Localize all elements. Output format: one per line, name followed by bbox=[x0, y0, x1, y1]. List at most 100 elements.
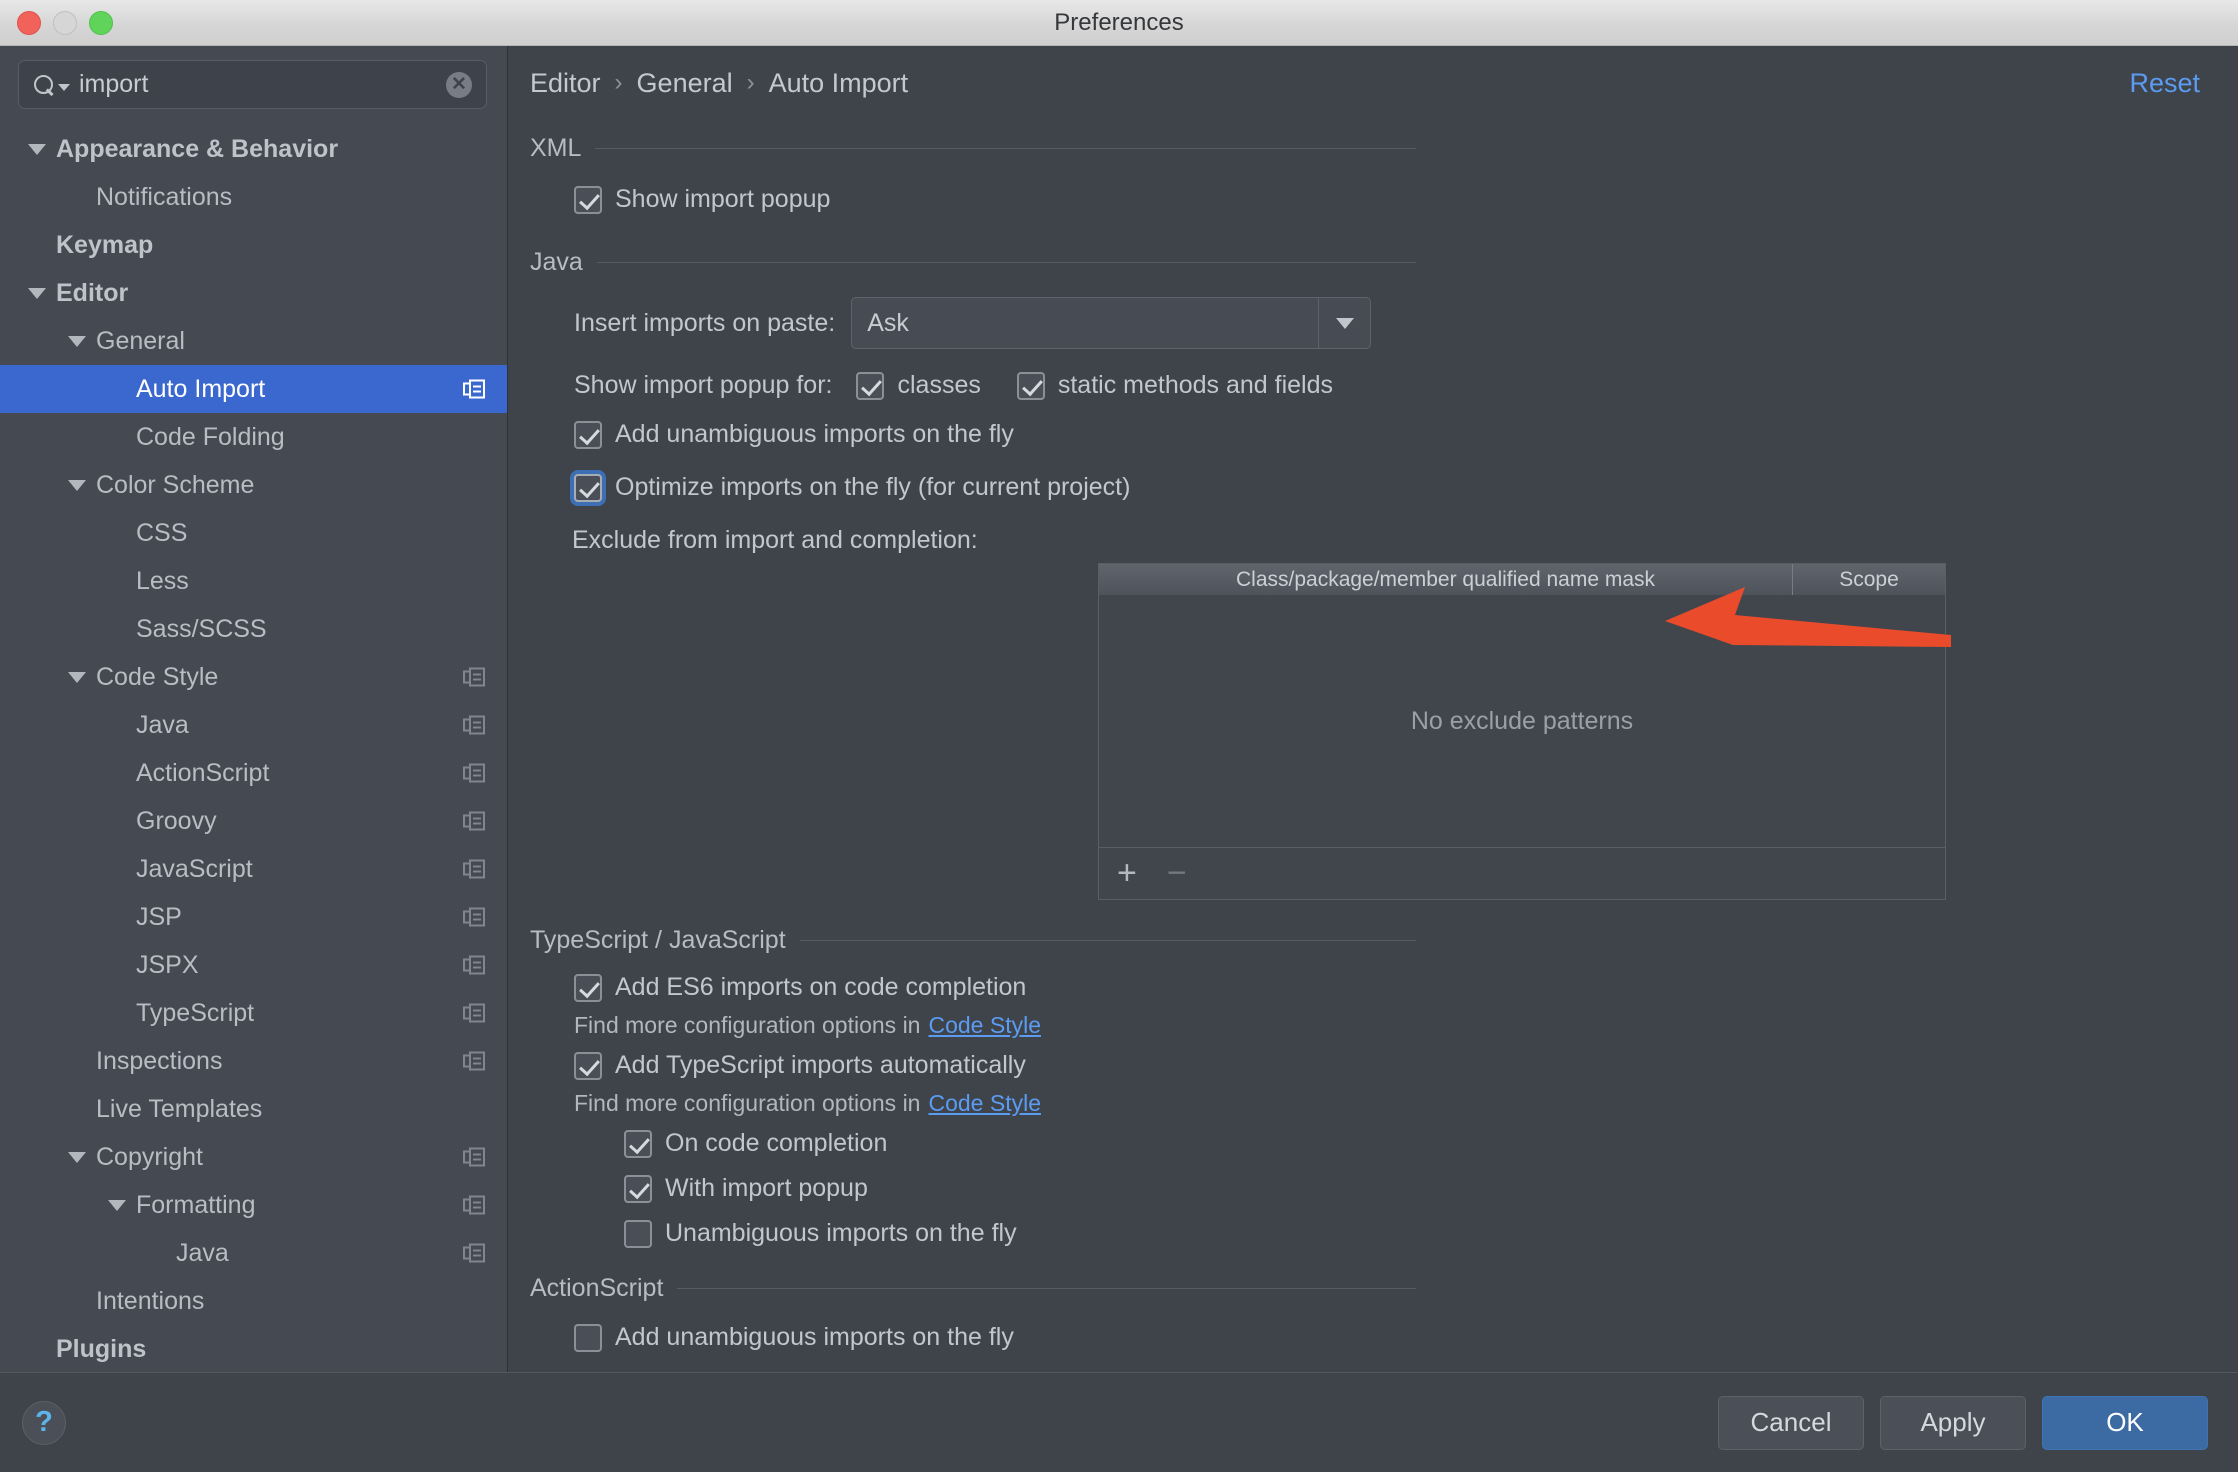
sidebar-item-notifications[interactable]: Notifications bbox=[0, 173, 507, 221]
sidebar-item-java[interactable]: Java bbox=[0, 1229, 507, 1277]
checkbox-optimize-imports-on-fly[interactable] bbox=[574, 473, 602, 502]
sidebar-item-auto-import[interactable]: Auto Import bbox=[0, 365, 507, 413]
chevron-down-icon bbox=[58, 83, 70, 91]
project-settings-copy-icon[interactable] bbox=[463, 715, 485, 735]
search-field[interactable]: import ✕ bbox=[18, 60, 487, 109]
sidebar-item-label: JavaScript bbox=[136, 854, 253, 883]
sidebar-item-editor[interactable]: Editor bbox=[0, 269, 507, 317]
checkbox-xml-show-import-popup[interactable] bbox=[574, 185, 602, 214]
chevron-down-icon[interactable] bbox=[68, 335, 86, 347]
section-title-java: Java bbox=[530, 248, 583, 276]
sidebar-item-appearance-behavior[interactable]: Appearance & Behavior bbox=[0, 125, 507, 173]
checkbox-show-popup-static-methods[interactable] bbox=[1016, 371, 1045, 400]
project-settings-copy-icon[interactable] bbox=[463, 1147, 485, 1167]
search-input[interactable]: import bbox=[79, 70, 446, 99]
chevron-down-icon[interactable] bbox=[68, 1151, 86, 1163]
unambiguous-imports-on-fly-row[interactable]: Unambiguous imports on the fly bbox=[530, 1219, 2216, 1248]
chevron-down-icon[interactable] bbox=[28, 143, 46, 155]
checkbox-on-code-completion[interactable] bbox=[624, 1129, 652, 1158]
chevron-down-icon[interactable] bbox=[68, 479, 86, 491]
sidebar-item-jsp[interactable]: JSP bbox=[0, 893, 507, 941]
project-settings-copy-icon[interactable] bbox=[463, 667, 485, 687]
apply-button[interactable]: Apply bbox=[1880, 1395, 2026, 1450]
sidebar-item-plugins[interactable]: Plugins bbox=[0, 1325, 507, 1372]
checkbox-add-typescript-imports[interactable] bbox=[574, 1051, 602, 1080]
sidebar-item-css[interactable]: CSS bbox=[0, 509, 507, 557]
checkbox-show-popup-classes[interactable] bbox=[856, 371, 885, 400]
with-import-popup-row[interactable]: With import popup bbox=[530, 1174, 2216, 1203]
add-typescript-imports-row[interactable]: Add TypeScript imports automatically bbox=[530, 1051, 2216, 1080]
column-header-scope[interactable]: Scope bbox=[1793, 564, 1945, 595]
project-settings-copy-icon[interactable] bbox=[463, 1243, 485, 1263]
table-header-row: Class/package/member qualified name mask… bbox=[1099, 564, 1945, 595]
project-settings-copy-icon[interactable] bbox=[463, 1003, 485, 1023]
sidebar-item-javascript[interactable]: JavaScript bbox=[0, 845, 507, 893]
sidebar-item-label: Sass/SCSS bbox=[136, 614, 267, 643]
help-button[interactable]: ? bbox=[22, 1400, 66, 1445]
exclude-from-import-label: Exclude from import and completion: bbox=[572, 526, 978, 554]
sidebar-item-label: Java bbox=[176, 1238, 229, 1267]
add-pattern-button[interactable]: + bbox=[1117, 856, 1137, 890]
sidebar-item-copyright[interactable]: Copyright bbox=[0, 1133, 507, 1181]
project-settings-copy-icon[interactable] bbox=[463, 379, 485, 399]
chevron-down-icon[interactable] bbox=[1318, 298, 1370, 348]
sidebar-item-intentions[interactable]: Intentions bbox=[0, 1277, 507, 1325]
checkbox-add-unambiguous-imports[interactable] bbox=[574, 420, 602, 449]
cancel-button[interactable]: Cancel bbox=[1718, 1395, 1864, 1450]
code-style-link[interactable]: Code Style bbox=[928, 1090, 1041, 1117]
sidebar-item-typescript[interactable]: TypeScript bbox=[0, 989, 507, 1037]
reset-link[interactable]: Reset bbox=[2129, 68, 2200, 99]
project-settings-copy-icon[interactable] bbox=[463, 763, 485, 783]
sidebar-item-groovy[interactable]: Groovy bbox=[0, 797, 507, 845]
code-style-link[interactable]: Code Style bbox=[928, 1012, 1041, 1039]
breadcrumb-item-editor[interactable]: Editor bbox=[530, 68, 601, 99]
add-es6-imports-row[interactable]: Add ES6 imports on code completion bbox=[530, 973, 2216, 1002]
sidebar-item-general[interactable]: General bbox=[0, 317, 507, 365]
chevron-down-icon[interactable] bbox=[28, 287, 46, 299]
clear-search-icon[interactable]: ✕ bbox=[446, 71, 472, 98]
chevron-down-icon[interactable] bbox=[108, 1199, 126, 1211]
add-unambiguous-imports-row[interactable]: Add unambiguous imports on the fly bbox=[530, 420, 2216, 449]
sidebar-item-color-scheme[interactable]: Color Scheme bbox=[0, 461, 507, 509]
sidebar-item-jspx[interactable]: JSPX bbox=[0, 941, 507, 989]
sidebar-item-live-templates[interactable]: Live Templates bbox=[0, 1085, 507, 1133]
project-settings-copy-icon[interactable] bbox=[463, 1195, 485, 1215]
breadcrumb-item-general[interactable]: General bbox=[637, 68, 733, 99]
sidebar-item-actionscript[interactable]: ActionScript bbox=[0, 749, 507, 797]
sidebar-item-label: Editor bbox=[56, 278, 129, 307]
checkbox-with-import-popup[interactable] bbox=[624, 1174, 652, 1203]
sidebar-item-keymap[interactable]: Keymap bbox=[0, 221, 507, 269]
preferences-window: Preferences import ✕ Appearance & Behavi… bbox=[0, 0, 2238, 1472]
search-icon[interactable] bbox=[33, 74, 70, 96]
checkbox-unambiguous-imports-on-fly[interactable] bbox=[624, 1219, 652, 1248]
sidebar-item-code-folding[interactable]: Code Folding bbox=[0, 413, 507, 461]
project-settings-copy-icon[interactable] bbox=[463, 907, 485, 927]
sidebar-item-sass-scss[interactable]: Sass/SCSS bbox=[0, 605, 507, 653]
xml-show-import-popup-row[interactable]: Show import popup bbox=[530, 185, 2216, 214]
column-header-mask[interactable]: Class/package/member qualified name mask bbox=[1099, 564, 1793, 595]
sidebar-item-less[interactable]: Less bbox=[0, 557, 507, 605]
ok-button[interactable]: OK bbox=[2042, 1395, 2208, 1450]
optimize-imports-on-fly-row[interactable]: Optimize imports on the fly (for current… bbox=[530, 473, 2216, 502]
sidebar-item-java[interactable]: Java bbox=[0, 701, 507, 749]
checkbox-actionscript-add-unambiguous[interactable] bbox=[574, 1323, 602, 1352]
sidebar-item-label: JSP bbox=[136, 902, 182, 931]
checkbox-add-es6-imports[interactable] bbox=[574, 973, 602, 1002]
sidebar-item-code-style[interactable]: Code Style bbox=[0, 653, 507, 701]
chevron-down-icon[interactable] bbox=[68, 671, 86, 683]
table-body[interactable]: No exclude patterns bbox=[1099, 595, 1945, 847]
project-settings-copy-icon[interactable] bbox=[463, 811, 485, 831]
insert-imports-select[interactable]: Ask bbox=[851, 297, 1372, 349]
project-settings-copy-icon[interactable] bbox=[463, 955, 485, 975]
sidebar-item-label: Color Scheme bbox=[96, 470, 255, 499]
project-settings-copy-icon[interactable] bbox=[463, 859, 485, 879]
actionscript-add-unambiguous-row[interactable]: Add unambiguous imports on the fly bbox=[530, 1323, 2216, 1352]
title-bar: Preferences bbox=[0, 0, 2238, 46]
remove-pattern-button[interactable]: − bbox=[1167, 856, 1187, 890]
sidebar-item-formatting[interactable]: Formatting bbox=[0, 1181, 507, 1229]
on-code-completion-row[interactable]: On code completion bbox=[530, 1129, 2216, 1158]
sidebar-item-inspections[interactable]: Inspections bbox=[0, 1037, 507, 1085]
project-settings-copy-icon[interactable] bbox=[463, 1051, 485, 1071]
